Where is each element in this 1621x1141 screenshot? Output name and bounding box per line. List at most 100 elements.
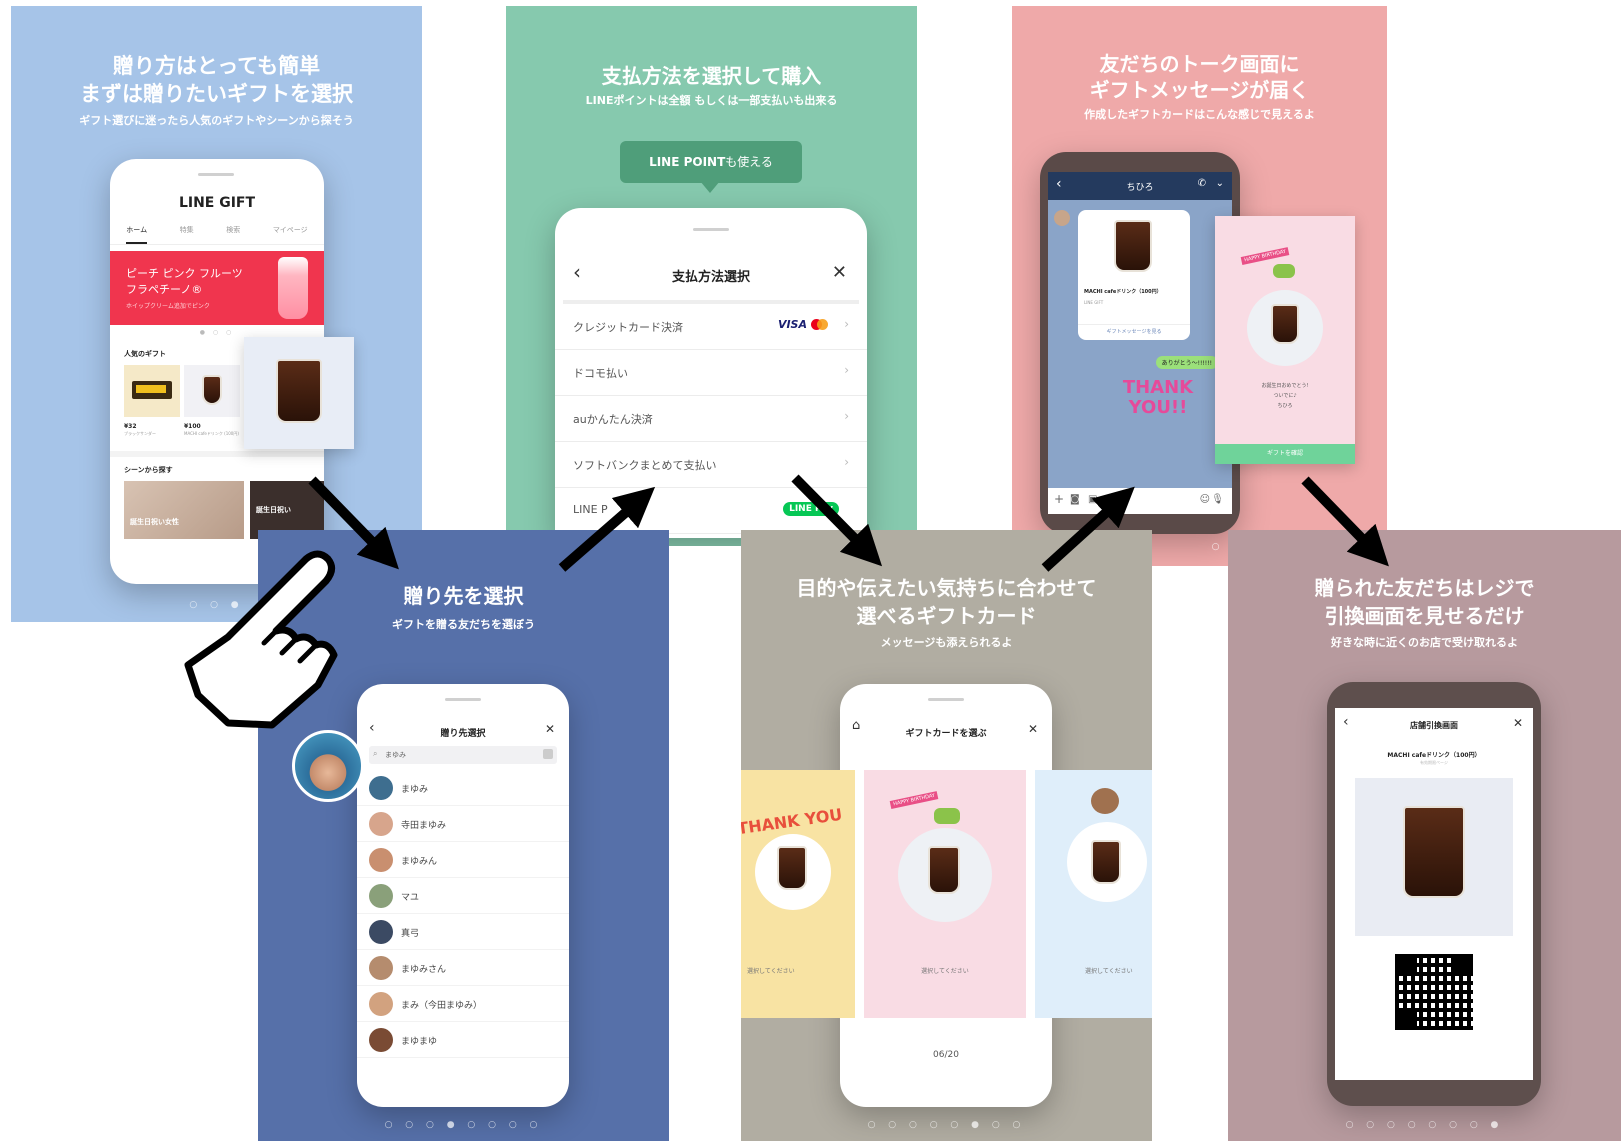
card-brand: LINE GIFT (1084, 300, 1104, 305)
frappuccino-image (278, 257, 308, 319)
friend-name: マユ (401, 893, 420, 903)
scene-label: シーンから探す (124, 466, 173, 474)
friend-row[interactable]: マユ (357, 878, 569, 914)
pay-option-softbank[interactable]: ソフトバンクまとめて支払い › (555, 442, 867, 488)
chevron-right-icon: › (844, 317, 849, 331)
app-title: LINE GIFT (178, 195, 256, 211)
panel4-title: 贈り先を選択 (403, 584, 524, 608)
camera-icon[interactable]: ◙ (1070, 494, 1080, 505)
redeem-header: 店舗引換画面 (1410, 721, 1458, 730)
emoji-icon[interactable]: ☺ (1200, 494, 1210, 505)
popup-confirm-button[interactable]: ギフトを確認 (1215, 444, 1355, 464)
chat-header: ‹ ちひろ ✆ ⌄ (1048, 172, 1232, 200)
product-image (1355, 778, 1513, 936)
phone-redeem: ‹ 店舗引換画面 ✕ MACHI cafeドリンク（100円） 有効期限ページ (1327, 682, 1541, 1106)
friend-avatar (369, 920, 393, 944)
phone-icon[interactable]: ✆ (1198, 178, 1206, 189)
friend-row[interactable]: まゆみん (357, 842, 569, 878)
friend-row[interactable]: まみ（今田まゆみ） (357, 986, 569, 1022)
qr-code (1395, 954, 1473, 1030)
phone-payment-select: ‹ 支払方法選択 ✕ クレジットカード決済 VISA › ドコモ払い › auか… (555, 208, 867, 538)
search-icon: ⌕ (373, 749, 378, 758)
panel3-title-line1: 友だちのトーク画面に (1099, 52, 1300, 76)
panel-redeem: 贈られた友だちはレジで 引換画面を見せるだけ 好きな時に近くのお店で受け取れるよ… (1228, 530, 1621, 1141)
scene-card-1[interactable]: 誕生日祝い女性 (124, 481, 244, 539)
linepay-badge: LINE Pay (783, 502, 839, 516)
friend-name: まゆまゆ (401, 1037, 438, 1047)
card-link[interactable]: ギフトメッセージを見る (1078, 324, 1190, 335)
friend-avatar (369, 848, 393, 872)
gift-card-bubble[interactable]: MACHI cafeドリンク（100円） LINE GIFT ギフトメッセージを… (1078, 210, 1190, 340)
pay-option-docomo[interactable]: ドコモ払い › (555, 350, 867, 396)
panel-chat-message: 友だちのトーク画面に ギフトメッセージが届く 作成したギフトカードはこんな感じで… (1012, 6, 1387, 566)
panel4-page-dots: ○ ○ ○ ● ○ ○ ○ ○ (384, 1120, 543, 1130)
friend-row[interactable]: まゆまゆ (357, 1022, 569, 1058)
image-icon[interactable]: ▣ (1088, 494, 1097, 505)
card-option-thankyou[interactable]: THANK YOU 選択してください (741, 770, 855, 1018)
friend-avatar (369, 1028, 393, 1052)
mic-icon[interactable]: 🎙 (1211, 494, 1224, 505)
card-option-birthday[interactable]: HAPPY BIRTHDAY 選択してください (864, 770, 1026, 1018)
redeem-item: MACHI cafeドリンク（100円） (1387, 752, 1481, 759)
home-tabs: ホーム 特集 検索 マイページ (110, 225, 324, 245)
gift-item-cafe[interactable] (184, 365, 240, 417)
close-icon[interactable]: ✕ (1028, 722, 1038, 736)
card-option-bear[interactable]: 選択してください (1035, 770, 1152, 1018)
friend-avatar (369, 956, 393, 980)
panel6-subtitle: 好きな時に近くのお店で受け取れるよ (1331, 636, 1518, 649)
friend-name: まみ（今田まゆみ） (401, 1001, 483, 1011)
promo-banner[interactable]: ピーチ ピンク フルーツ フラペチーノ® ホイップクリーム追加でピンク (110, 251, 324, 325)
popup-msg-2: ついでに♪ (1273, 393, 1297, 399)
tab-feature[interactable]: 特集 (180, 225, 194, 244)
line-point-bubble: LINE POINTも使える (620, 141, 802, 193)
popup-badge: HAPPY BIRTHDAY (1240, 247, 1290, 265)
pay-option-label: auかんたん決済 (573, 413, 653, 426)
panel6-page-dots: ○ ○ ○ ○ ○ ○ ○ ● (1345, 1120, 1504, 1130)
pay-option-credit[interactable]: クレジットカード決済 VISA › (555, 304, 867, 350)
close-icon[interactable]: ✕ (832, 262, 847, 283)
panel3-subtitle: 作成したギフトカードはこんな感じで見えるよ (1084, 108, 1315, 121)
card-counter: 06/20 (933, 1050, 959, 1060)
pay-option-label: クレジットカード決済 (573, 321, 683, 334)
friend-row[interactable]: 真弓 (357, 914, 569, 950)
panel4-subtitle: ギフトを贈る友だちを選ぼう (392, 618, 535, 631)
phone-friend-select: ‹ 贈り先選択 ✕ ⌕ まゆみ まゆみ 寺田まゆみ まゆみん マユ 真弓 まゆみさん まみ（… (357, 684, 569, 1107)
panel3-title-line2: ギフトメッセージが届く (1089, 78, 1310, 102)
pay-option-linepay[interactable]: LINE P LINE Pay (555, 488, 867, 534)
panel6-title-line2: 引換画面を見せるだけ (1324, 604, 1525, 628)
friend-search-input[interactable]: ⌕ まゆみ (369, 746, 557, 764)
card-badge: HAPPY BIRTHDAY (889, 791, 939, 809)
payment-header: 支払方法選択 (671, 270, 750, 285)
thankyou-sticker: THANK YOU!! (1122, 377, 1194, 418)
pay-option-label: ドコモ払い (573, 367, 628, 380)
close-icon[interactable]: ✕ (1513, 716, 1523, 730)
clear-icon[interactable] (543, 749, 553, 759)
banner-dots: ● ○ ○ (199, 329, 235, 336)
bubble-bold: LINE POINT (649, 155, 726, 169)
zoomed-gift-card (244, 337, 354, 449)
plus-icon[interactable]: + (1054, 492, 1064, 506)
friend-name: まゆみ (401, 785, 429, 795)
select-label: 選択してください (921, 968, 969, 975)
card-item: MACHI cafeドリンク（100円） (1084, 289, 1162, 295)
tab-search[interactable]: 検索 (226, 225, 240, 244)
chevron-down-icon[interactable]: ⌄ (1216, 178, 1224, 189)
selected-friend-avatar (292, 730, 364, 802)
search-value: まゆみ (385, 751, 406, 759)
visa-logo: VISA (777, 318, 807, 331)
friend-row[interactable]: 寺田まゆみ (357, 806, 569, 842)
sender-avatar (1054, 210, 1070, 226)
banner-small: ホイップクリーム追加でピンク (126, 303, 210, 310)
gift-item-blackthunder[interactable] (124, 365, 180, 417)
chat-screen: ‹ ちひろ ✆ ⌄ MACHI cafeドリンク（100円） LINE GIFT… (1048, 172, 1232, 514)
friend-row[interactable]: まゆみ (357, 770, 569, 806)
phone-chat: ‹ ちひろ ✆ ⌄ MACHI cafeドリンク（100円） LINE GIFT… (1040, 152, 1240, 534)
tab-mypage[interactable]: マイページ (273, 225, 308, 244)
pay-option-au[interactable]: auかんたん決済 › (555, 396, 867, 442)
popup-msg-1: お誕生日おめでとう! (1261, 383, 1309, 389)
close-icon[interactable]: ✕ (545, 722, 555, 736)
friend-row[interactable]: まゆみさん (357, 950, 569, 986)
chevron-right-icon: › (844, 363, 849, 377)
banner-line1: ピーチ ピンク フルーツ (126, 267, 243, 280)
tab-home[interactable]: ホーム (126, 225, 148, 244)
